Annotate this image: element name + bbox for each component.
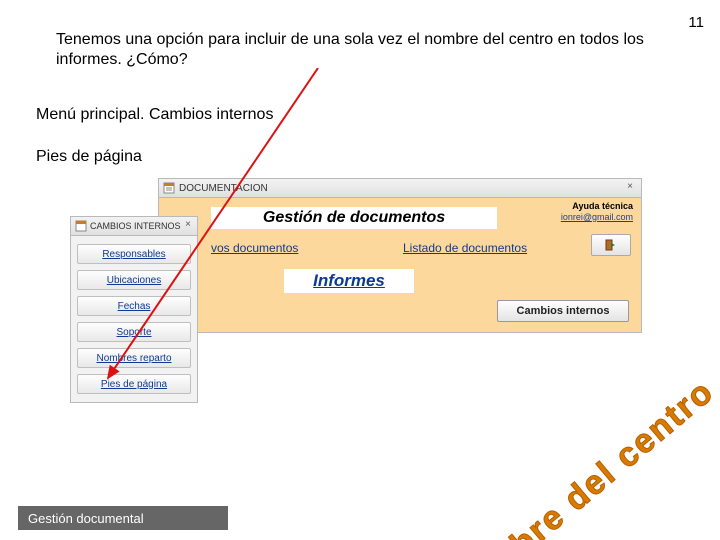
page-number: 11 xyxy=(688,14,704,31)
ci-item-ubicaciones[interactable]: Ubicaciones xyxy=(77,270,191,290)
informes-box: Informes xyxy=(284,269,414,293)
documentacion-titlebar: DOCUMENTACION × xyxy=(159,179,641,198)
help-block: Ayuda técnica ionrei@gmail.com xyxy=(561,201,633,223)
link-informes[interactable]: Informes xyxy=(313,271,385,291)
main-title-box: Gestión de documentos xyxy=(211,207,497,229)
close-icon[interactable]: × xyxy=(623,181,637,193)
ci-item-fechas[interactable]: Fechas xyxy=(77,296,191,316)
ci-item-responsables[interactable]: Responsables xyxy=(77,244,191,264)
footer-bar: Gestión documental xyxy=(18,506,228,530)
close-icon[interactable]: × xyxy=(182,219,194,231)
documentacion-title: DOCUMENTACION xyxy=(179,183,268,194)
exit-button[interactable] xyxy=(591,234,631,256)
ci-item-pies-de-pagina[interactable]: Pies de página xyxy=(77,374,191,394)
help-title: Ayuda técnica xyxy=(561,201,633,212)
documentacion-window: DOCUMENTACION × Ayuda técnica ionrei@gma… xyxy=(158,178,642,333)
watermark-nombre-del-centro: Nombre del centro xyxy=(440,372,720,540)
link-nuevos-documentos[interactable]: vos documentos xyxy=(211,241,298,255)
cambios-internos-button[interactable]: Cambios internos xyxy=(497,300,629,322)
link-listado-documentos[interactable]: Listado de documentos xyxy=(403,241,527,255)
form-icon xyxy=(163,182,175,194)
intro-text: Tenemos una opción para incluir de una s… xyxy=(56,30,646,70)
ci-item-nombres-reparto[interactable]: Nombres reparto xyxy=(77,348,191,368)
help-email[interactable]: ionrei@gmail.com xyxy=(561,212,633,223)
heading-pies-de-pagina: Pies de página xyxy=(36,148,142,166)
cambios-internos-title: CAMBIOS INTERNOS xyxy=(90,221,181,231)
door-icon xyxy=(604,239,616,251)
footer-text: Gestión documental xyxy=(28,511,144,526)
cambios-internos-titlebar: CAMBIOS INTERNOS × xyxy=(71,217,197,236)
form-icon xyxy=(75,220,87,232)
cambios-internos-body: Responsables Ubicaciones Fechas Soporte … xyxy=(71,236,197,402)
ci-item-soporte[interactable]: Soporte xyxy=(77,322,191,342)
main-title: Gestión de documentos xyxy=(263,209,445,227)
heading-menu-principal: Menú principal. Cambios internos xyxy=(36,106,273,124)
cambios-internos-window: CAMBIOS INTERNOS × Responsables Ubicacio… xyxy=(70,216,198,403)
